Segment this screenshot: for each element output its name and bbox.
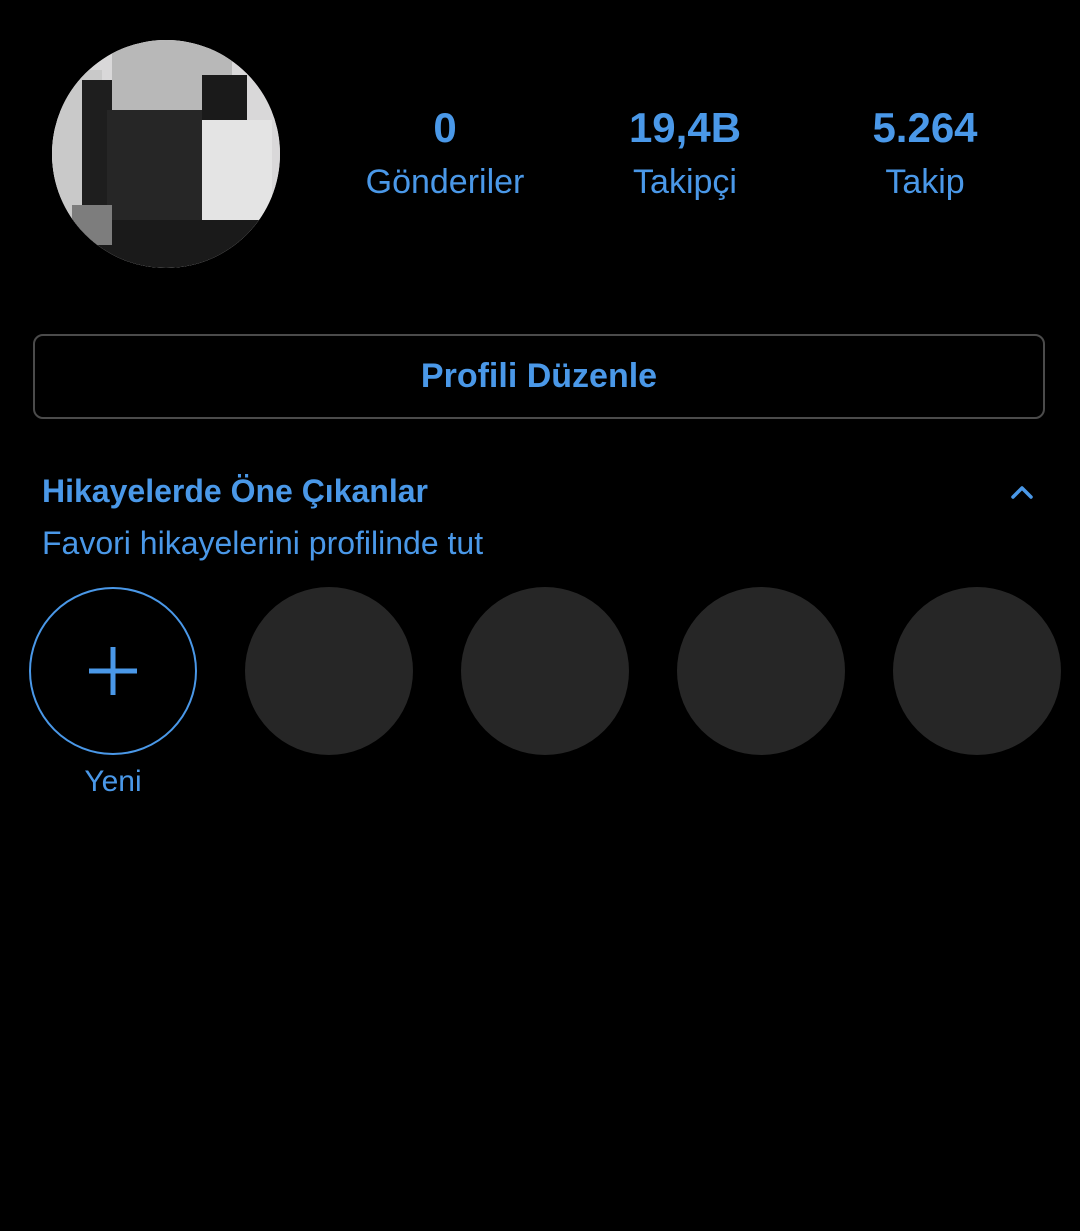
stat-following-value: 5.264 — [872, 104, 978, 151]
highlights-subtitle: Favori hikayelerini profilinde tut — [42, 525, 484, 561]
edit-profile-button[interactable]: Profili Düzenle — [33, 334, 1045, 419]
stat-following[interactable]: 5.264 Takip — [805, 102, 1045, 210]
new-highlight-button[interactable] — [29, 587, 197, 755]
highlights-header: Hikayelerde Öne Çıkanlar Favori hikayele… — [42, 470, 1042, 564]
highlight-placeholder — [245, 587, 413, 755]
stat-following-label: Takip — [885, 163, 965, 201]
highlights-title: Hikayelerde Öne Çıkanlar — [42, 473, 428, 509]
highlight-placeholder — [893, 587, 1061, 755]
collapse-highlights-button[interactable] — [1004, 478, 1040, 506]
stat-followers[interactable]: 19,4B Takipçi — [565, 102, 805, 210]
chevron-up-icon — [1011, 486, 1033, 499]
highlight-placeholder — [461, 587, 629, 755]
avatar-image — [52, 40, 280, 268]
highlight-placeholder — [677, 587, 845, 755]
stat-posts-value: 0 — [433, 104, 457, 151]
stat-followers-label: Takipçi — [633, 163, 737, 201]
profile-avatar[interactable] — [52, 40, 280, 268]
stat-posts-label: Gönderiler — [365, 163, 525, 201]
plus-icon — [89, 647, 137, 695]
stat-posts[interactable]: 0 Gönderiler — [325, 102, 565, 210]
stat-followers-value: 19,4B — [628, 104, 742, 151]
new-highlight-label: Yeni — [84, 765, 142, 798]
profile-stats: 0 Gönderiler 19,4B Takipçi 5.264 Takip — [325, 102, 1045, 212]
